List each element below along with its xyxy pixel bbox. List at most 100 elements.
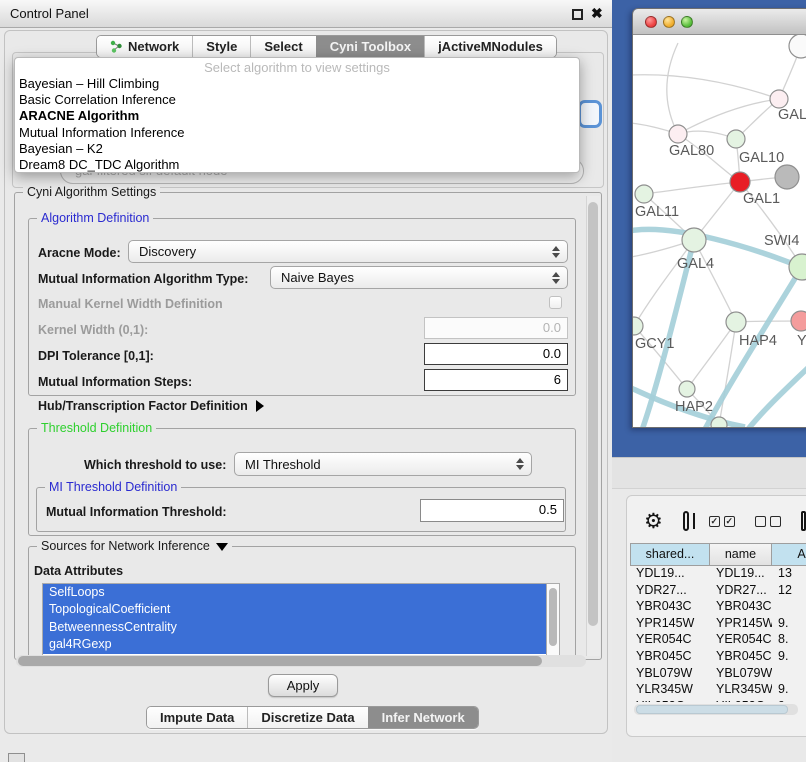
network-node-gal80[interactable]	[669, 125, 687, 143]
table-row[interactable]: YDL19...YDL19...13	[630, 566, 806, 583]
table-row[interactable]: YBR045CYBR045C9.	[630, 649, 806, 666]
select-all-checkboxes-icon[interactable]: ✓✓	[709, 516, 735, 527]
apply-button[interactable]: Apply	[268, 674, 338, 697]
bottom-tab-discretize-data[interactable]: Discretize Data	[247, 707, 367, 728]
mac-minimize-icon[interactable]	[663, 16, 675, 28]
network-canvas[interactable]: GALGAL80GAL10GAL1GAL11SWI4GAL4HAP4YGCY1H…	[633, 35, 806, 428]
node-label: GAL80	[669, 143, 714, 159]
table-row[interactable]: YBR043CYBR043C	[630, 599, 806, 616]
which-threshold-label: Which threshold to use:	[84, 458, 226, 472]
algorithm-option[interactable]: Bayesian – K2	[15, 141, 579, 157]
collapsed-panel-icon[interactable]	[8, 753, 25, 762]
gear-icon[interactable]: ⚙	[644, 511, 663, 532]
mi-steps-field[interactable]: 6	[424, 369, 568, 391]
kernel-width-field[interactable]: 0.0	[424, 317, 568, 339]
tab-jactivemnodules[interactable]: jActiveMNodules	[424, 36, 556, 57]
network-node-gal[interactable]	[770, 90, 788, 108]
threshold-definition-legend: Threshold Definition	[37, 421, 156, 435]
table-column-header[interactable]: A	[772, 543, 806, 566]
table-column-header[interactable]: name	[710, 543, 772, 566]
network-node-gal11[interactable]	[635, 185, 653, 203]
mac-zoom-icon[interactable]	[681, 16, 693, 28]
table-row[interactable]: YBL079WYBL079W	[630, 666, 806, 683]
deselect-all-checkboxes-icon[interactable]	[755, 516, 781, 527]
network-node-gcy1[interactable]	[633, 317, 643, 335]
table-cell: YER054C	[630, 632, 710, 649]
network-edge	[644, 182, 740, 194]
attributes-scrollbar[interactable]	[547, 583, 560, 656]
network-edge	[667, 43, 678, 134]
algorithm-option[interactable]: Dream8 DC_TDC Algorithm	[15, 157, 579, 173]
network-node-y[interactable]	[791, 311, 806, 331]
table-hscrollbar-thumb[interactable]	[636, 705, 788, 714]
table-cell: 8.	[772, 632, 806, 649]
tab-label: Style	[206, 39, 237, 54]
table-cell: YIL052C	[710, 699, 772, 702]
algorithm-option[interactable]: ARACNE Algorithm	[15, 108, 579, 124]
network-node-gal1[interactable]	[730, 172, 750, 192]
tab-network[interactable]: Network	[97, 36, 192, 57]
node-label: GAL	[778, 107, 806, 123]
mi-type-value: Naive Bayes	[281, 270, 354, 285]
table-cell: YBR043C	[710, 599, 772, 616]
which-threshold-combo[interactable]: MI Threshold	[234, 452, 532, 476]
table-column-header[interactable]: shared...	[630, 543, 710, 566]
close-window-icon[interactable]: ✖	[591, 5, 603, 22]
tab-label: Network	[128, 39, 179, 54]
table-cell: YDR27...	[710, 583, 772, 600]
mac-close-icon[interactable]	[645, 16, 657, 28]
manual-kernel-checkbox[interactable]	[549, 296, 562, 309]
table-row[interactable]: YDR27...YDR27...12	[630, 583, 806, 600]
attributes-scrollbar-thumb[interactable]	[549, 588, 557, 646]
network-node[interactable]	[789, 35, 806, 58]
mi-steps-label: Mutual Information Steps:	[38, 375, 192, 389]
node-label: GAL10	[739, 150, 784, 166]
algorithm-popup-prompt: Select algorithm to view settings	[15, 58, 579, 76]
attribute-item[interactable]: SelfLoops	[43, 584, 546, 601]
tab-style[interactable]: Style	[192, 36, 250, 57]
node-label: SWI4	[764, 233, 799, 249]
bottom-tab-impute-data[interactable]: Impute Data	[147, 707, 247, 728]
mi-threshold-field[interactable]: 0.5	[420, 499, 564, 522]
network-graph: GALGAL80GAL10GAL1GAL11SWI4GAL4HAP4YGCY1H…	[633, 35, 806, 428]
settings-vscrollbar-thumb[interactable]	[588, 202, 598, 626]
mi-threshold-legend: MI Threshold Definition	[45, 480, 181, 494]
table-row[interactable]: YER054CYER054C8.	[630, 632, 806, 649]
table-row[interactable]: YPR145WYPR145W9.	[630, 616, 806, 633]
network-window-titlebar[interactable]	[633, 9, 806, 35]
aracne-mode-combo[interactable]: Discovery	[128, 240, 568, 263]
network-node-gal4[interactable]	[682, 228, 706, 252]
tab-cyni-toolbox[interactable]: Cyni Toolbox	[316, 36, 424, 57]
network-node-hap2[interactable]	[679, 381, 695, 397]
table-row[interactable]: YIL052CYIL052C9	[630, 699, 806, 702]
focused-combo-spinner[interactable]	[578, 100, 602, 128]
attribute-item[interactable]: TopologicalCoefficient	[43, 601, 546, 618]
dpi-tolerance-field[interactable]: 0.0	[424, 343, 568, 365]
hub-definition-expander[interactable]: Hub/Transcription Factor Definition	[38, 399, 264, 413]
node-table[interactable]: shared...nameA YDL19...YDL19...13YDR27..…	[630, 543, 806, 702]
columns-icon[interactable]	[683, 511, 689, 531]
attribute-item[interactable]: gal4RGexp	[43, 636, 546, 653]
network-node-gal10[interactable]	[727, 130, 745, 148]
attribute-item[interactable]: BetweennessCentrality	[43, 619, 546, 636]
table-cell: 9.	[772, 649, 806, 666]
network-node-swi4[interactable]	[789, 254, 806, 280]
tab-label: jActiveMNodules	[438, 39, 543, 54]
tab-select[interactable]: Select	[250, 36, 315, 57]
data-attributes-list[interactable]: SelfLoopsTopologicalCoefficientBetweenne…	[42, 583, 547, 656]
mi-type-combo[interactable]: Naive Bayes	[270, 266, 568, 289]
algorithm-option[interactable]: Bayesian – Hill Climbing	[15, 76, 579, 92]
table-row[interactable]: YLR345WYLR345W9.	[630, 682, 806, 699]
network-node[interactable]	[775, 165, 799, 189]
algorithm-definition-legend: Algorithm Definition	[37, 211, 153, 225]
export-table-icon[interactable]	[801, 511, 806, 531]
algorithm-option[interactable]: Mutual Information Inference	[15, 125, 579, 141]
expander-arrow-icon	[256, 400, 264, 412]
table-cell: YPR145W	[630, 616, 710, 633]
float-window-icon[interactable]	[572, 9, 583, 20]
bottom-tab-infer-network[interactable]: Infer Network	[368, 707, 478, 728]
network-node[interactable]	[711, 417, 727, 428]
settings-hscrollbar-thumb[interactable]	[18, 656, 542, 666]
network-node-hap4[interactable]	[726, 312, 746, 332]
algorithm-option[interactable]: Basic Correlation Inference	[15, 92, 579, 108]
